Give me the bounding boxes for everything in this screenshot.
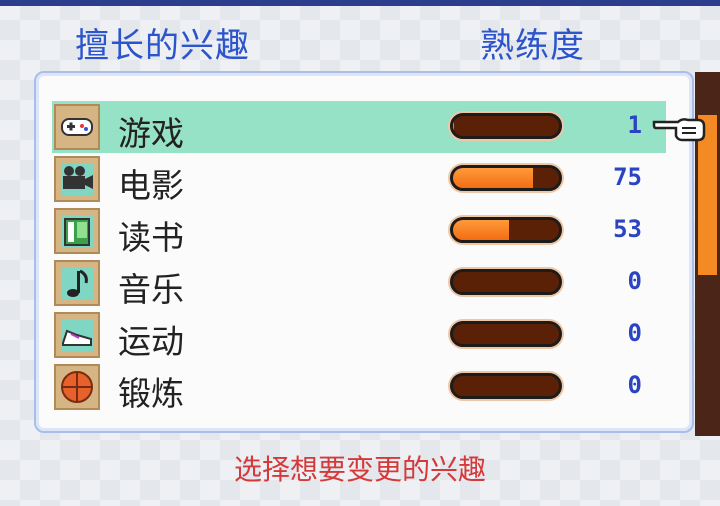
- proficiency-bar: [450, 113, 562, 139]
- movie-camera-icon: [54, 156, 100, 202]
- hobby-column-title: 擅长的兴趣: [75, 26, 250, 66]
- proficiency-value: 0: [627, 371, 642, 399]
- proficiency-bar: [450, 321, 562, 347]
- hobby-label: 运动: [118, 322, 184, 361]
- proficiency-value: 75: [613, 163, 642, 191]
- instruction-text: 选择想要变更的兴趣: [233, 453, 486, 486]
- music-note-icon: [54, 260, 100, 306]
- proficiency-bar: [450, 165, 562, 191]
- top-border: [0, 0, 720, 6]
- proficiency-bar: [450, 217, 562, 243]
- hobby-row[interactable]: 音乐 0: [52, 257, 666, 309]
- hobby-label: 电影: [118, 166, 184, 205]
- proficiency-bar-fill: [453, 116, 455, 136]
- sneaker-icon: [54, 312, 100, 358]
- hobby-label: 锻炼: [118, 374, 184, 413]
- hobby-label: 游戏: [118, 114, 184, 153]
- hand-pointer-icon: [652, 118, 706, 142]
- book-icon: [54, 208, 100, 254]
- hobby-row[interactable]: 运动 0: [52, 309, 666, 361]
- proficiency-value: 0: [627, 319, 642, 347]
- proficiency-bar-fill: [453, 220, 510, 240]
- ball-icon: [54, 364, 100, 410]
- hobby-row[interactable]: 锻炼 0: [52, 361, 666, 413]
- proficiency-value: 1: [627, 111, 642, 139]
- hobby-label: 读书: [118, 218, 184, 257]
- proficiency-bar: [450, 373, 562, 399]
- hobby-row[interactable]: 电影 75: [52, 153, 666, 205]
- proficiency-column-title: 熟练度: [480, 26, 585, 66]
- proficiency-value: 53: [613, 215, 642, 243]
- gamepad-icon: [54, 104, 100, 150]
- proficiency-bar-fill: [453, 168, 533, 188]
- proficiency-bar: [450, 269, 562, 295]
- proficiency-value: 0: [627, 267, 642, 295]
- hobby-row[interactable]: 读书 53: [52, 205, 666, 257]
- hobby-label: 音乐: [118, 270, 184, 309]
- hobby-row[interactable]: 游戏 1: [52, 101, 666, 153]
